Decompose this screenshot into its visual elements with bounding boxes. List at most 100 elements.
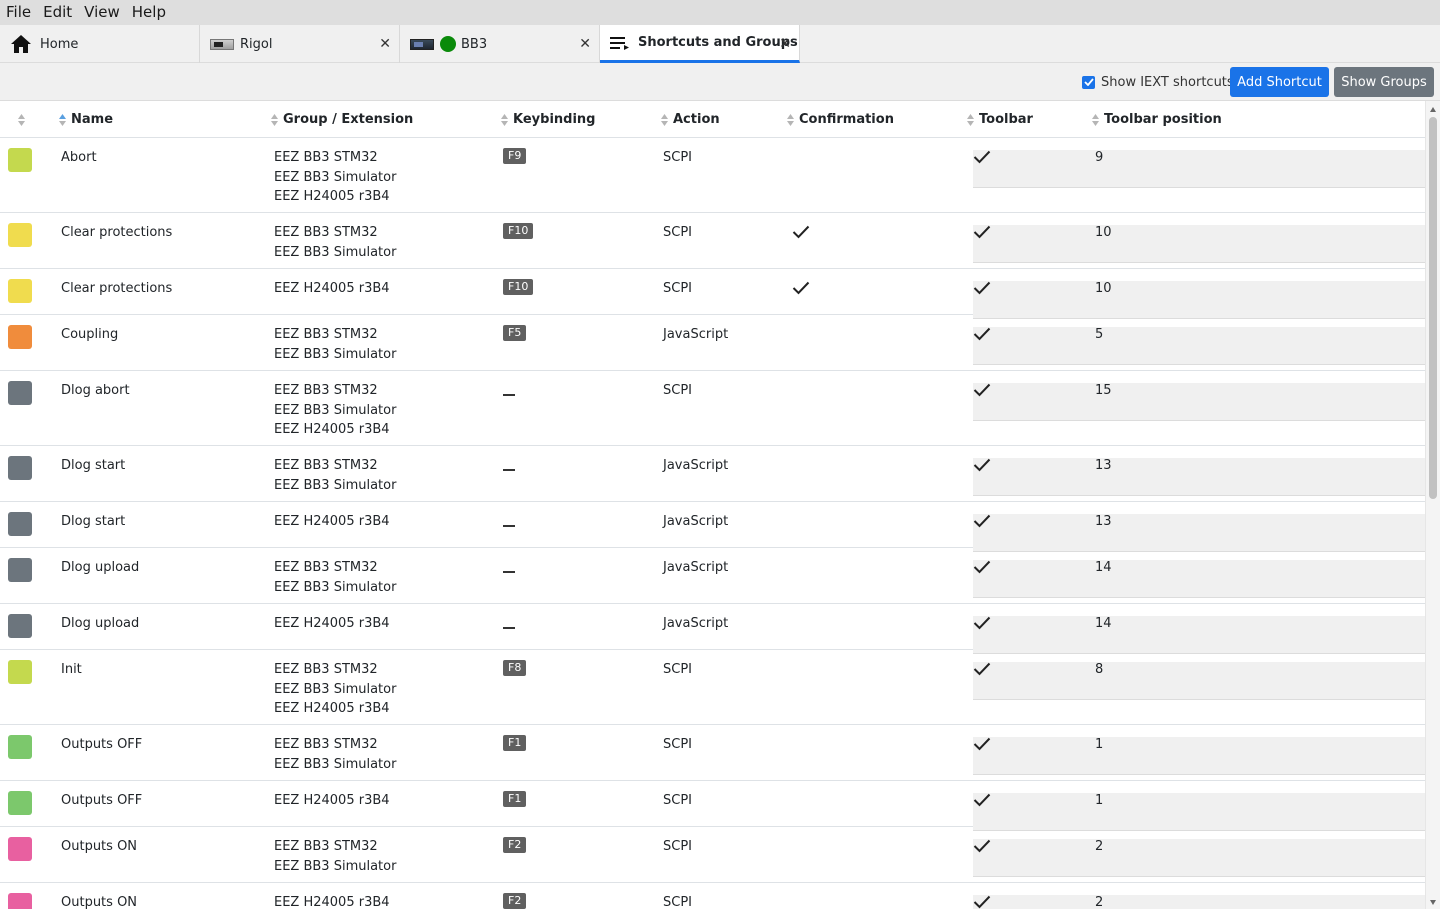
column-header-confirmation[interactable]: Confirmation (786, 101, 894, 138)
group-item: EEZ BB3 STM32 (274, 839, 378, 854)
keybinding-badge: F5 (503, 325, 527, 341)
table-row[interactable]: Outputs ON EEZ H24005 r3B4 F2 SCPI 2 (0, 883, 1425, 909)
group-list: EEZ H24005 r3B4 (274, 893, 390, 909)
toolbar-check-icon (973, 281, 1425, 319)
group-item: EEZ H24005 r3B4 (274, 189, 390, 204)
keybinding-cell: F1 (503, 789, 527, 809)
group-item: EEZ BB3 Simulator (274, 681, 397, 697)
column-header-groups[interactable]: Group / Extension (270, 101, 413, 138)
column-header-label: Confirmation (799, 112, 894, 127)
group-item: EEZ H24005 r3B4 (274, 281, 390, 296)
table-row[interactable]: Dlog abort EEZ BB3 STM32 EEZ BB3 Simulator… (0, 371, 1425, 446)
shortcut-name: Outputs OFF (61, 737, 143, 752)
table-row[interactable]: Clear protections EEZ BB3 STM32 EEZ BB3 Si… (0, 213, 1425, 269)
menu-file[interactable]: File (0, 0, 37, 25)
tab-rigol[interactable]: Rigol ✕ (200, 25, 400, 63)
scrollbar-thumb[interactable] (1429, 117, 1437, 499)
toolbar-check-icon (973, 662, 1425, 700)
close-icon[interactable]: ✕ (779, 36, 791, 52)
close-icon[interactable]: ✕ (379, 36, 391, 52)
shortcut-name: Init (61, 662, 82, 677)
menu-edit[interactable]: Edit (37, 0, 78, 25)
close-icon[interactable]: ✕ (579, 36, 591, 52)
color-swatch (8, 381, 32, 405)
table-row[interactable]: Dlog start EEZ H24005 r3B4 JavaScript 13 (0, 502, 1425, 552)
table-row[interactable]: Dlog start EEZ BB3 STM32 EEZ BB3 Simulator… (0, 446, 1425, 502)
action-type: SCPI (663, 281, 693, 296)
group-list: EEZ BB3 STM32 EEZ BB3 Simulator (274, 456, 396, 495)
color-swatch (8, 456, 32, 480)
show-groups-button[interactable]: Show Groups (1334, 67, 1434, 97)
shortcut-name: Abort (61, 150, 97, 165)
confirmation-check-icon (792, 225, 810, 246)
toolbar-position: 1 (1095, 737, 1104, 752)
keybinding-badge: F8 (503, 660, 527, 676)
sort-icon (17, 113, 26, 127)
scroll-down-arrow-icon[interactable] (1430, 900, 1436, 905)
instrument-thumbnail-icon (410, 38, 434, 50)
toolbar-check-icon (973, 895, 1425, 909)
group-item: EEZ BB3 STM32 (274, 327, 378, 342)
toolbar: Show IEXT shortcuts Add Shortcut Show Gr… (0, 63, 1440, 101)
group-list: EEZ BB3 STM32 EEZ BB3 Simulator (274, 223, 396, 262)
group-item: EEZ BB3 Simulator (274, 346, 397, 362)
menu-help[interactable]: Help (126, 0, 172, 25)
table-row[interactable]: Coupling EEZ BB3 STM32 EEZ BB3 Simulator F5… (0, 315, 1425, 371)
group-item: EEZ BB3 STM32 (274, 383, 378, 398)
checkbox-checked-icon[interactable] (1082, 75, 1095, 89)
group-item: EEZ BB3 STM32 (274, 662, 378, 677)
toolbar-check-icon (973, 383, 1425, 421)
group-list: EEZ BB3 STM32 EEZ BB3 Simulator (274, 558, 396, 597)
column-header-action[interactable]: Action (660, 101, 720, 138)
menu-view[interactable]: View (78, 0, 126, 25)
color-swatch (8, 735, 32, 759)
tab-shortcuts-and-groups[interactable]: Shortcuts and Groups ✕ (600, 25, 800, 63)
table-row[interactable]: Dlog upload EEZ BB3 STM32 EEZ BB3 Simulato… (0, 548, 1425, 604)
tab-label: BB3 (461, 36, 488, 52)
column-header-name[interactable]: Name (58, 101, 113, 138)
column-header-label: Keybinding (513, 112, 596, 127)
toolbar-position: 2 (1095, 895, 1104, 909)
column-header-keybinding[interactable]: Keybinding (500, 101, 595, 138)
shortcut-name: Dlog upload (61, 616, 140, 631)
show-iext-toggle[interactable]: Show IEXT shortcuts (1082, 73, 1234, 91)
table-row[interactable]: Abort EEZ BB3 STM32 EEZ BB3 Simulator EEZ H… (0, 138, 1425, 213)
group-list: EEZ BB3 STM32 EEZ BB3 Simulator (274, 325, 396, 364)
column-header-toolbar[interactable]: Toolbar (966, 101, 1033, 138)
no-keybinding-dash-icon (503, 525, 515, 527)
table-row[interactable]: Outputs OFF EEZ H24005 r3B4 F1 SCPI 1 (0, 781, 1425, 831)
no-keybinding-dash-icon (503, 394, 515, 396)
no-keybinding-dash-icon (503, 627, 515, 629)
color-swatch (8, 614, 32, 638)
toolbar-position: 1 (1095, 793, 1104, 808)
keybinding-cell (503, 556, 515, 579)
toolbar-position: 9 (1095, 150, 1104, 165)
color-swatch (8, 791, 32, 815)
toolbar-check-icon (973, 150, 1425, 188)
sort-icon (1091, 113, 1100, 127)
tab-bb3[interactable]: BB3 ✕ (400, 25, 600, 63)
tab-home[interactable]: Home (0, 25, 200, 63)
table-row[interactable]: Init EEZ BB3 STM32 EEZ BB3 Simulator EEZ H2… (0, 650, 1425, 725)
table-row[interactable]: Outputs OFF EEZ BB3 STM32 EEZ BB3 Simulato… (0, 725, 1425, 781)
color-swatch (8, 837, 32, 861)
sort-icon (270, 113, 279, 127)
table-row[interactable]: Clear protections EEZ H24005 r3B4 F10 SCPI 1… (0, 269, 1425, 319)
keybinding-cell: F9 (503, 146, 527, 166)
toolbar-position: 5 (1095, 327, 1104, 342)
keybinding-badge: F10 (503, 279, 534, 295)
column-header-color[interactable] (17, 101, 30, 138)
action-type: SCPI (663, 383, 693, 398)
column-header-toolbar-position[interactable]: Toolbar position (1091, 101, 1222, 138)
group-item: EEZ BB3 Simulator (274, 858, 397, 874)
scroll-up-arrow-icon[interactable] (1430, 107, 1436, 112)
action-type: JavaScript (663, 458, 729, 473)
table-row[interactable]: Outputs ON EEZ BB3 STM32 EEZ BB3 Simulator… (0, 827, 1425, 883)
connection-status-icon (440, 36, 456, 52)
action-type: JavaScript (663, 560, 729, 575)
confirmation-check-icon (792, 281, 810, 302)
keybinding-cell: F8 (503, 658, 527, 678)
add-shortcut-button[interactable]: Add Shortcut (1230, 67, 1329, 97)
vertical-scrollbar[interactable] (1425, 101, 1440, 909)
table-row[interactable]: Dlog upload EEZ H24005 r3B4 JavaScript 14 (0, 604, 1425, 654)
